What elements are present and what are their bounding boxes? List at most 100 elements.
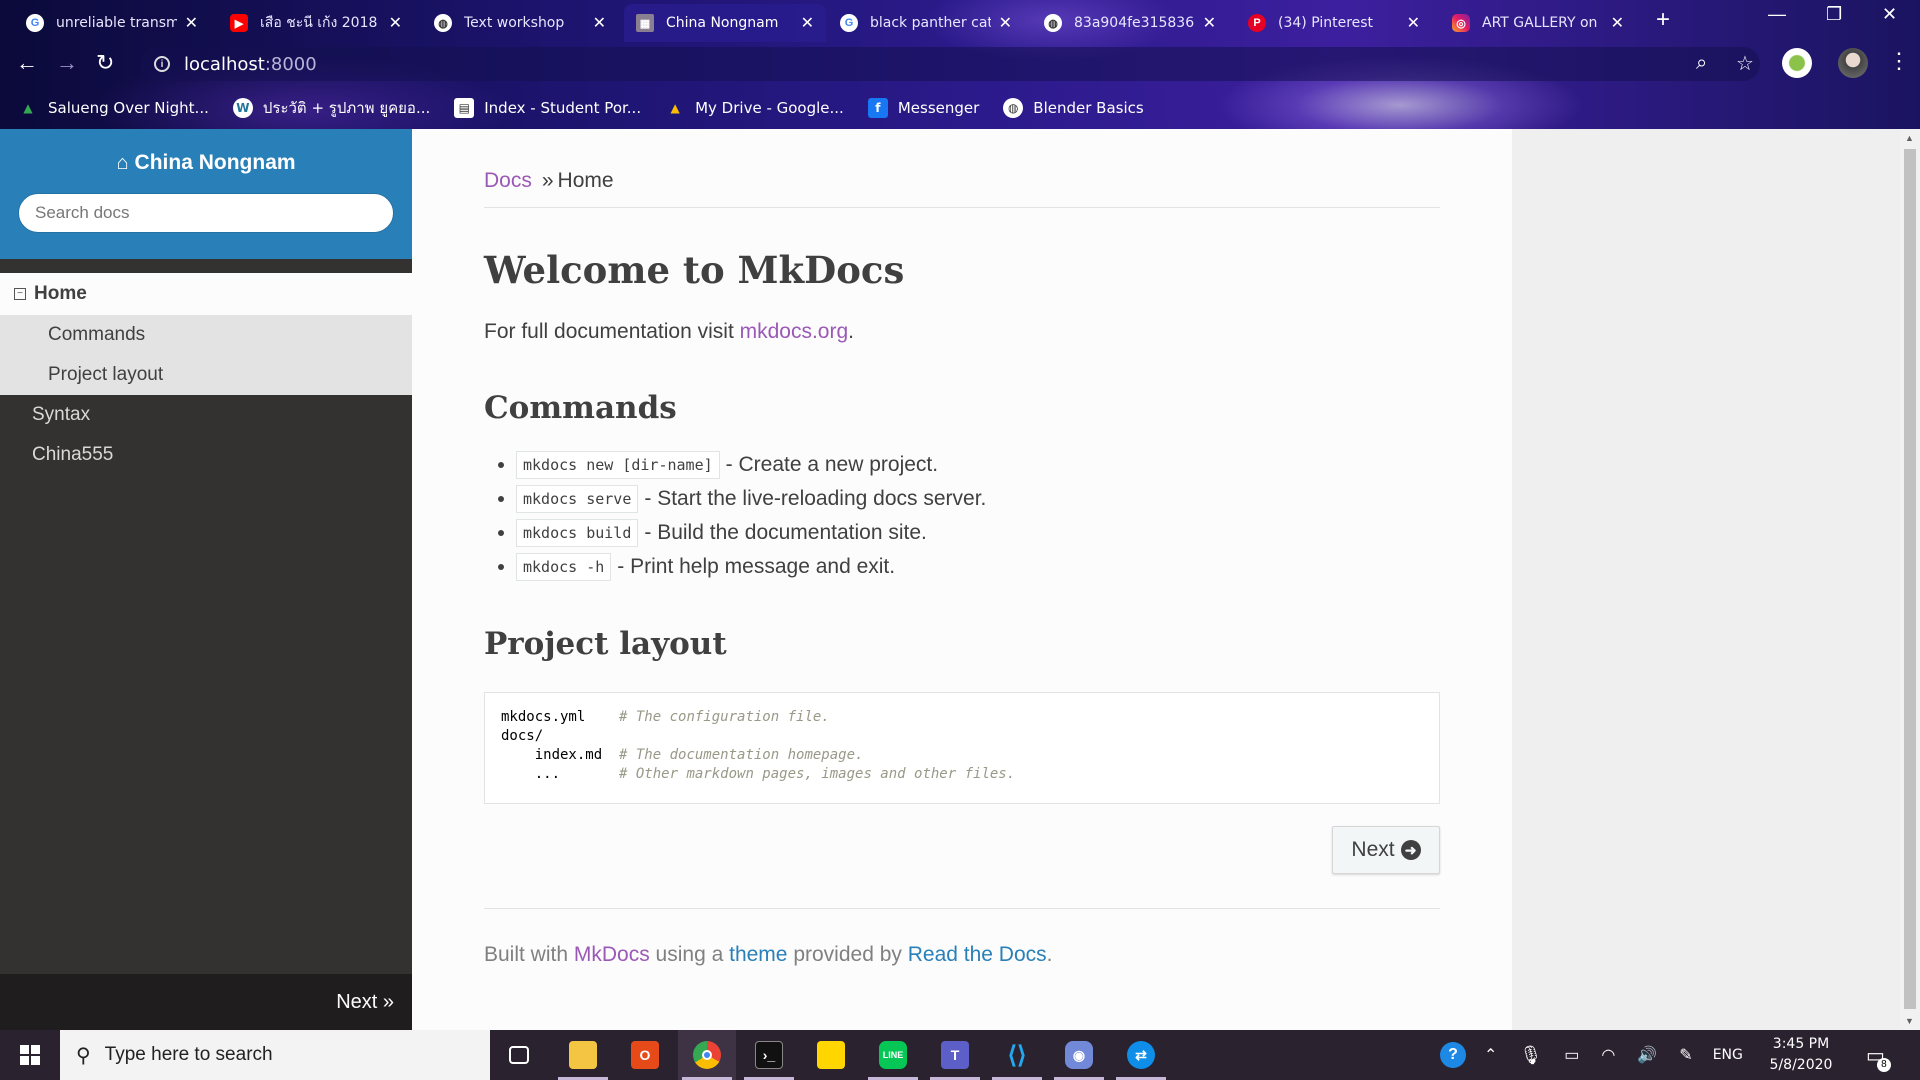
close-tab-icon[interactable]: ✕ xyxy=(801,13,814,33)
close-tab-icon[interactable]: ✕ xyxy=(1611,13,1624,33)
forward-arrow-icon[interactable]: → xyxy=(56,50,78,76)
tab-83a904fe[interactable]: ◍ 83a904fe3158363e ✕ xyxy=(1032,4,1228,42)
taskbar-sticky-notes[interactable] xyxy=(802,1030,860,1080)
address-bar: ← → ↻ i localhost:8000 ⌕ ☆ ⋮ xyxy=(0,42,1920,86)
profile-avatar[interactable] xyxy=(1838,48,1868,78)
language-indicator[interactable]: ENG xyxy=(1713,1047,1743,1063)
scroll-up-arrow-icon[interactable]: ▲ xyxy=(1905,133,1914,143)
close-window-icon[interactable]: ✕ xyxy=(1882,4,1897,25)
taskbar-vscode[interactable]: ⟨⟩ xyxy=(988,1030,1046,1080)
sidebar-item-china555[interactable]: China555 xyxy=(0,435,412,475)
list-item: mkdocs serve - Start the live-reloading d… xyxy=(484,482,1440,516)
back-arrow-icon[interactable]: ← xyxy=(16,50,38,76)
read-the-docs-link[interactable]: Read the Docs xyxy=(908,943,1047,966)
taskbar-file-explorer[interactable] xyxy=(554,1030,612,1080)
tab-art-gallery[interactable]: ◎ ART GALLERY on In ✕ xyxy=(1440,4,1636,42)
taskbar-search[interactable]: ⚲ Type here to search xyxy=(60,1030,490,1080)
tab-china-nongnam[interactable]: ▦ China Nongnam ✕ xyxy=(624,4,826,42)
start-button[interactable] xyxy=(0,1030,60,1080)
scrollbar-thumb[interactable] xyxy=(1904,149,1916,1009)
vertical-scrollbar[interactable]: ▲ ▼ xyxy=(1900,129,1920,1030)
bookmark-messenger[interactable]: f Messenger xyxy=(867,97,979,118)
taskbar-terminal[interactable]: ›_ xyxy=(740,1030,798,1080)
menu-kebab-icon[interactable]: ⋮ xyxy=(1888,48,1910,74)
taskbar-chrome[interactable] xyxy=(678,1030,736,1080)
breadcrumb-docs-link[interactable]: Docs xyxy=(484,169,532,192)
taskbar-line[interactable]: LINE xyxy=(864,1030,922,1080)
taskbar-teams[interactable]: T xyxy=(926,1030,984,1080)
tab-youtube[interactable]: ▶ เสือ ชะนี เก้ง 2018 | F ✕ xyxy=(218,4,414,42)
search-input[interactable] xyxy=(35,203,393,223)
new-tab-plus-icon[interactable]: + xyxy=(1656,6,1670,34)
mkdocs-org-link[interactable]: mkdocs.org xyxy=(740,320,849,343)
bookmark-my-drive[interactable]: ▲ My Drive - Google... xyxy=(665,98,843,118)
wordpress-icon: W xyxy=(232,97,253,118)
close-tab-icon[interactable]: ✕ xyxy=(185,13,198,33)
volume-icon[interactable]: 🔊 xyxy=(1637,1045,1657,1065)
extension-icon[interactable] xyxy=(1782,48,1812,78)
bullet xyxy=(498,496,504,502)
help-icon[interactable]: ? xyxy=(1440,1042,1466,1068)
url-field[interactable]: i localhost:8000 ⌕ ☆ xyxy=(140,47,1760,81)
bookmark-student-portfolio[interactable]: ▤ Index - Student Por... xyxy=(454,97,641,118)
google-icon: G xyxy=(26,14,44,32)
reload-icon[interactable]: ↻ xyxy=(96,50,114,76)
taskbar-office[interactable]: O xyxy=(616,1030,674,1080)
bookmark-wordpress[interactable]: W ประวัติ + รูปภาพ ยูคยอ... xyxy=(232,96,430,120)
wifi-icon[interactable]: ◠ xyxy=(1601,1045,1615,1065)
chevron-up-icon[interactable]: ⌃ xyxy=(1484,1045,1497,1065)
browser-chrome: G unreliable transmis ✕ ▶ เสือ ชะนี เก้ง… xyxy=(0,0,1920,129)
folder-icon xyxy=(569,1041,597,1069)
bookmark-blender-basics[interactable]: ◍ Blender Basics xyxy=(1003,97,1144,118)
taskbar-teamviewer[interactable]: ⇄ xyxy=(1112,1030,1170,1080)
bookmark-salueng[interactable]: ▲ Salueng Over Night... xyxy=(18,98,209,118)
bullet xyxy=(498,462,504,468)
tab-pinterest[interactable]: P (34) Pinterest ✕ xyxy=(1236,4,1432,42)
tab-text-workshop[interactable]: ◍ Text workshop ✕ xyxy=(422,4,618,42)
close-tab-icon[interactable]: ✕ xyxy=(1203,13,1216,33)
theme-link[interactable]: theme xyxy=(729,943,787,966)
minimize-icon[interactable]: — xyxy=(1768,4,1786,25)
sidebar-item-syntax[interactable]: Syntax xyxy=(0,395,412,435)
taskbar-clock[interactable]: 3:45 PM 5/8/2020 xyxy=(1756,1034,1846,1076)
globe-icon: ◍ xyxy=(1003,97,1024,118)
close-tab-icon[interactable]: ✕ xyxy=(389,13,402,33)
list-item: mkdocs build - Build the documentation si… xyxy=(484,516,1440,550)
office-icon: O xyxy=(631,1041,659,1069)
notification-icon: ▭ 8 xyxy=(1866,1043,1891,1072)
sidebar-item-home[interactable]: − Home xyxy=(0,273,412,315)
site-brand-link[interactable]: ⌂ China Nongnam xyxy=(116,151,295,175)
sidebar-item-project-layout[interactable]: Project layout xyxy=(0,355,412,395)
pen-icon[interactable]: ✎ xyxy=(1679,1045,1692,1065)
search-icon: ⚲ xyxy=(76,1044,91,1067)
page-icon: ▤ xyxy=(454,97,475,118)
microphone-icon[interactable]: 🎙 xyxy=(1519,1045,1542,1066)
next-button[interactable]: Next ➜ xyxy=(1332,826,1440,874)
action-center-button[interactable]: ▭ 8 xyxy=(1866,1030,1891,1080)
restore-icon[interactable]: ❐ xyxy=(1826,4,1842,25)
site-info-icon[interactable]: i xyxy=(154,56,170,72)
sidebar-next-link[interactable]: Next » xyxy=(336,991,394,1014)
zoom-icon[interactable]: ⌕ xyxy=(1696,52,1707,75)
collapse-toggle-icon[interactable]: − xyxy=(14,288,26,300)
scroll-down-arrow-icon[interactable]: ▼ xyxy=(1905,1016,1914,1026)
image-icon: ▦ xyxy=(636,14,654,32)
tab-unreliable-transmission[interactable]: G unreliable transmis ✕ xyxy=(14,4,210,42)
google-drive-icon: ▲ xyxy=(670,100,680,115)
close-tab-icon[interactable]: ✕ xyxy=(593,13,606,33)
battery-icon[interactable]: ▭ xyxy=(1564,1045,1579,1065)
taskbar-discord[interactable]: ◉ xyxy=(1050,1030,1108,1080)
code-block: mkdocs.yml # The configuration file. doc… xyxy=(484,692,1440,804)
sidebar-footer: Next » xyxy=(0,974,412,1030)
url-port: :8000 xyxy=(264,53,317,75)
google-icon: G xyxy=(840,14,858,32)
bookmark-star-icon[interactable]: ☆ xyxy=(1736,51,1754,76)
close-tab-icon[interactable]: ✕ xyxy=(1407,13,1420,33)
mkdocs-link[interactable]: MkDocs xyxy=(574,943,650,966)
task-view-button[interactable] xyxy=(490,1030,548,1080)
sidebar-item-commands[interactable]: Commands xyxy=(0,315,412,355)
web-page: ⌂ China Nongnam − Home Commands Project … xyxy=(0,129,1920,1030)
tab-black-panther-cat[interactable]: G black panther cat c ✕ xyxy=(828,4,1024,42)
list-item: mkdocs new [dir-name] - Create a new proj… xyxy=(484,448,1440,482)
close-tab-icon[interactable]: ✕ xyxy=(999,13,1012,33)
